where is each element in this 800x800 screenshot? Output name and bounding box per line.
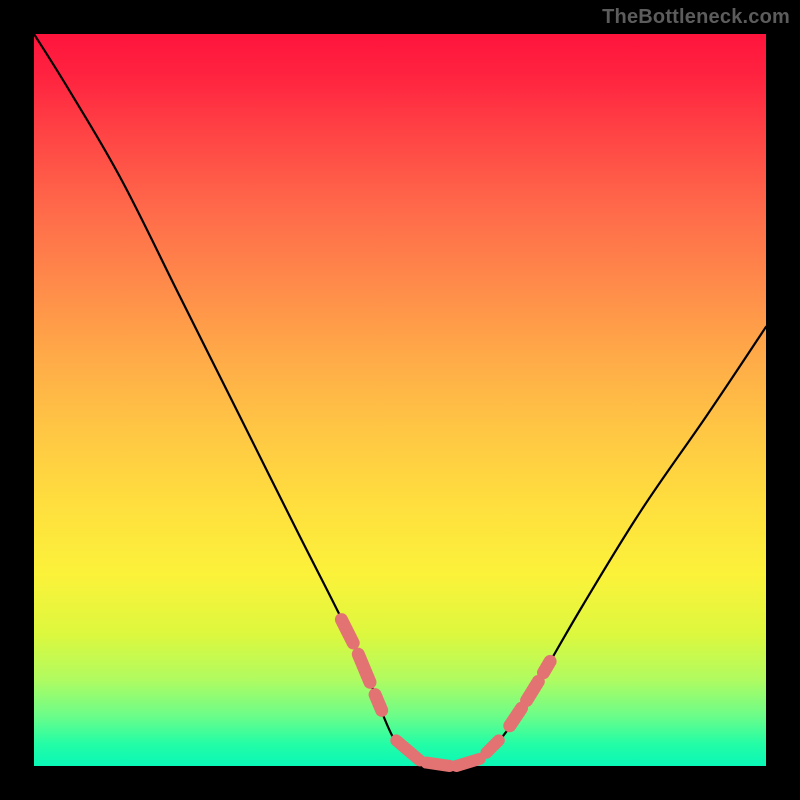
watermark-text: TheBottleneck.com bbox=[602, 6, 790, 29]
plot-area bbox=[34, 34, 766, 766]
